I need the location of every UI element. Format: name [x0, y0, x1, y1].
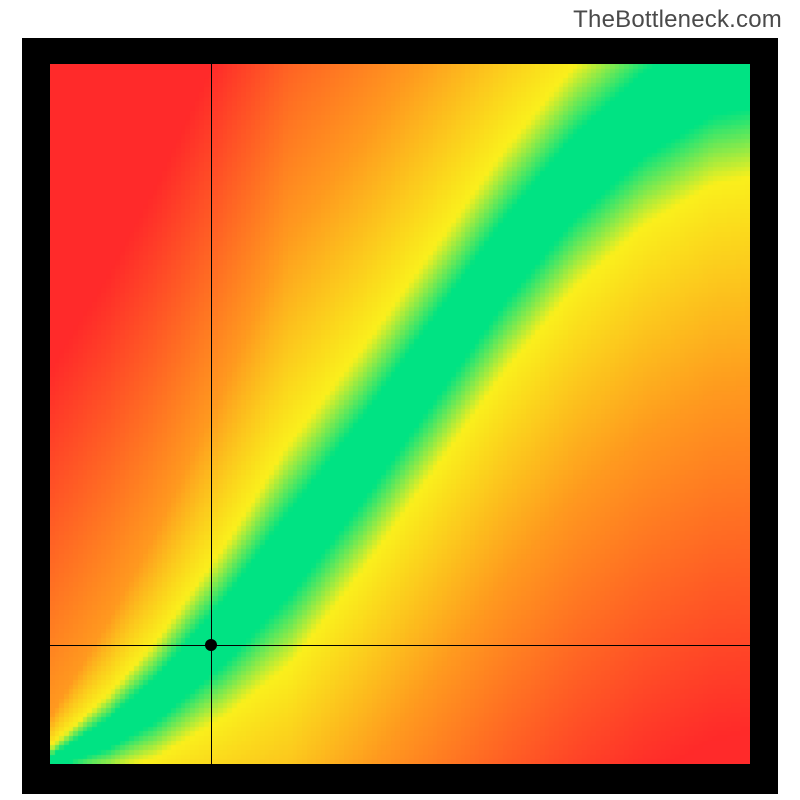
heatmap-plot[interactable]	[50, 64, 750, 764]
heatmap-canvas	[50, 64, 750, 764]
crosshair-vertical	[211, 64, 212, 764]
chart-frame: TheBottleneck.com	[0, 0, 800, 800]
crosshair-horizontal	[50, 645, 750, 646]
watermark-label: TheBottleneck.com	[573, 6, 782, 34]
selected-point-icon	[205, 639, 217, 651]
